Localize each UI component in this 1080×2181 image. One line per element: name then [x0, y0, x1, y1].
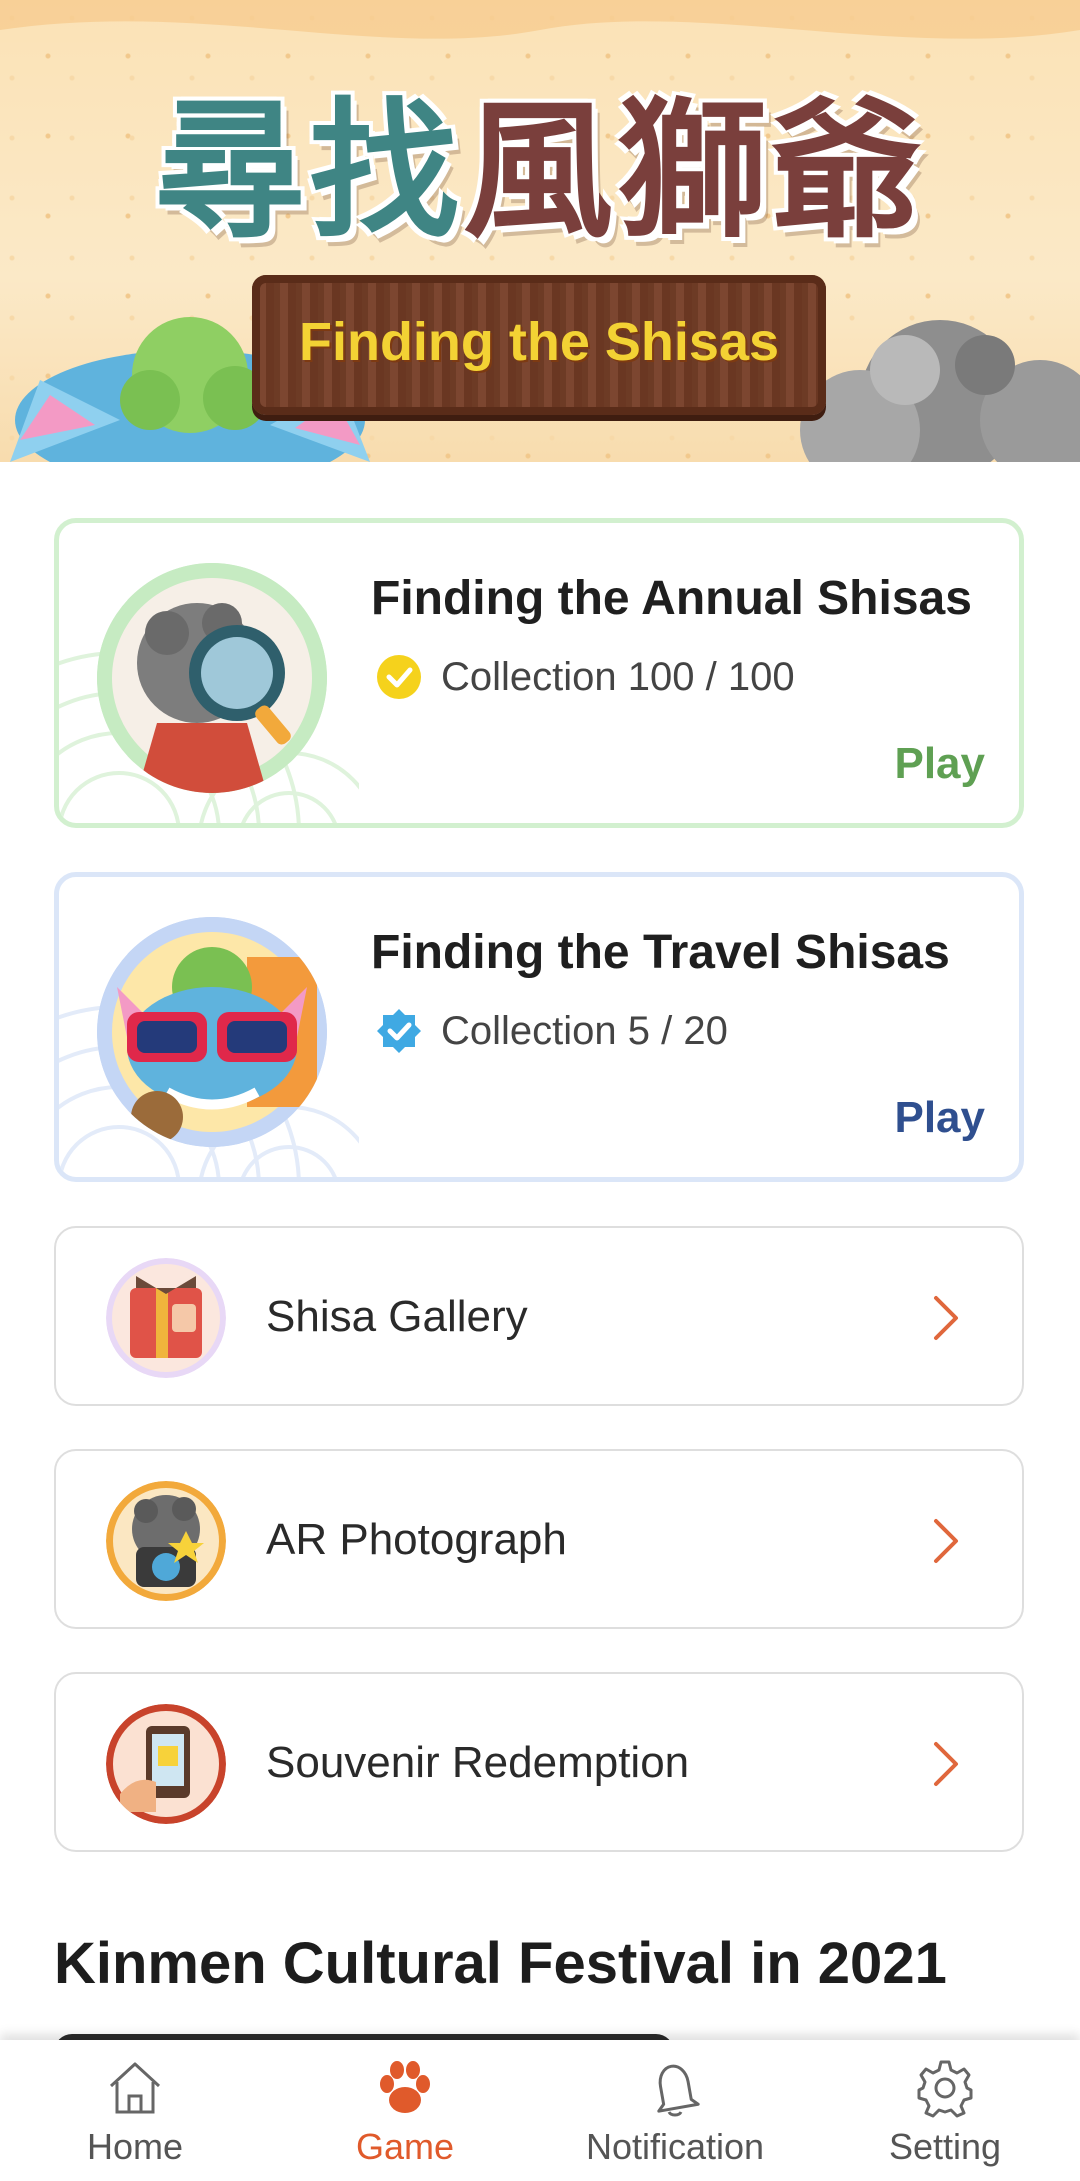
bottom-navigation: Home Game Notification Setting [0, 2040, 1080, 2181]
nav-label: Home [86, 2126, 184, 2167]
gear-icon [917, 2060, 973, 2118]
header-banner: 尋找風獅爺 Finding the Shisas [0, 0, 1080, 462]
chevron-right-icon [934, 1296, 958, 1340]
collection-complete-badge-icon [377, 655, 421, 699]
gallery-book-icon [106, 1258, 226, 1378]
bell-icon [657, 2064, 700, 2117]
travel-shisa-avatar [97, 917, 327, 1147]
menu-item-label: Souvenir Redemption [266, 1738, 690, 1787]
collection-progress: Collection 100 / 100 [441, 655, 795, 699]
shisa-sunglasses-icon [97, 917, 327, 1147]
nav-setting[interactable]: Setting [810, 2040, 1080, 2181]
shisa-magnifier-icon [97, 563, 327, 793]
annual-shisas-card[interactable]: Finding the Annual Shisas Collection 100… [54, 518, 1024, 828]
collection-badge-icon [377, 1009, 421, 1053]
annual-shisa-avatar [97, 563, 327, 793]
section-title: Kinmen Cultural Festival in 2021 [54, 1931, 947, 1996]
nav-label: Setting [888, 2126, 1002, 2167]
banner-chinese-title: 尋找風獅爺 [0, 50, 1080, 267]
play-button[interactable]: Play [894, 1093, 985, 1143]
banner-english-title: Finding the Shisas [298, 312, 780, 372]
menu-item-label: Shisa Gallery [266, 1292, 528, 1341]
play-button[interactable]: Play [894, 739, 985, 789]
banner-wooden-sign: Finding the Shisas [252, 275, 826, 415]
souvenir-phone-icon [106, 1704, 226, 1824]
travel-shisas-card[interactable]: Finding the Travel Shisas Collection 5 /… [54, 872, 1024, 1182]
menu-item-ar-photograph[interactable]: AR Photograph [54, 1449, 1024, 1629]
game-title: Finding the Travel Shisas [371, 926, 950, 979]
collection-progress: Collection 5 / 20 [441, 1009, 728, 1053]
menu-item-shisa-gallery[interactable]: Shisa Gallery [54, 1226, 1024, 1406]
banner-title-part-a: 尋找 [154, 83, 463, 259]
banner-title-part-b: 風獅爺 [463, 83, 926, 259]
nav-notification[interactable]: Notification [540, 2040, 810, 2181]
game-title: Finding the Annual Shisas [371, 572, 972, 625]
nav-label: Game [355, 2126, 455, 2167]
ar-camera-icon [106, 1481, 226, 1601]
home-icon [109, 2062, 161, 2114]
paw-icon [380, 2061, 430, 2113]
nav-home[interactable]: Home [0, 2040, 270, 2181]
menu-item-souvenir-redemption[interactable]: Souvenir Redemption [54, 1672, 1024, 1852]
nav-game[interactable]: Game [270, 2040, 540, 2181]
menu-item-label: AR Photograph [266, 1515, 567, 1564]
nav-label: Notification [585, 2126, 765, 2167]
chevron-right-icon [934, 1742, 958, 1786]
chevron-right-icon [934, 1519, 958, 1563]
